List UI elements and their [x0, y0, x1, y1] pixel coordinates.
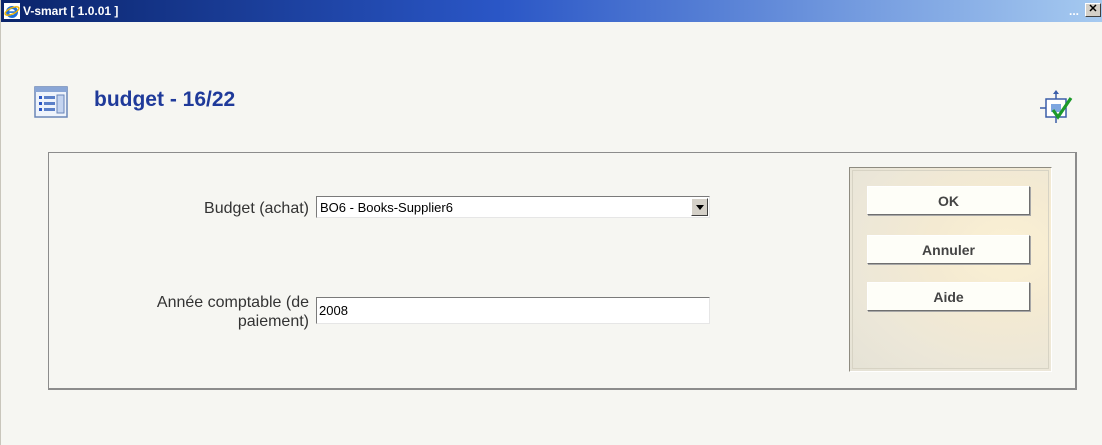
ok-button[interactable]: OK [867, 186, 1030, 215]
fiscal-year-label-line1: Année comptable (de [156, 294, 309, 311]
budget-label: Budget (achat) [204, 200, 309, 217]
close-icon: ✕ [1088, 3, 1098, 15]
window-title: V-smart [ 1.0.01 ] [23, 4, 119, 18]
form-list-icon [34, 86, 68, 118]
budget-select-value: BO6 - Books-Supplier6 [320, 200, 453, 215]
fiscal-year-input[interactable] [316, 297, 710, 324]
window-titlebar[interactable]: V-smart [ 1.0.01 ] ... ✕ [1, 0, 1102, 22]
dropdown-button[interactable] [691, 198, 708, 216]
browser-e-icon [4, 3, 20, 19]
help-button[interactable]: Aide [867, 282, 1030, 311]
network-check-icon[interactable] [1039, 90, 1073, 124]
close-button[interactable]: ✕ [1085, 3, 1101, 17]
page-title: budget - 16/22 [94, 88, 236, 111]
chevron-down-icon [696, 205, 704, 210]
cancel-button[interactable]: Annuler [867, 235, 1030, 264]
budget-select[interactable]: BO6 - Books-Supplier6 [316, 196, 710, 218]
fiscal-year-label-line2: paiement) [237, 313, 309, 330]
window-menu-dots[interactable]: ... [1069, 3, 1079, 19]
app-window: V-smart [ 1.0.01 ] ... ✕ budget - 16/22 … [0, 0, 1102, 445]
